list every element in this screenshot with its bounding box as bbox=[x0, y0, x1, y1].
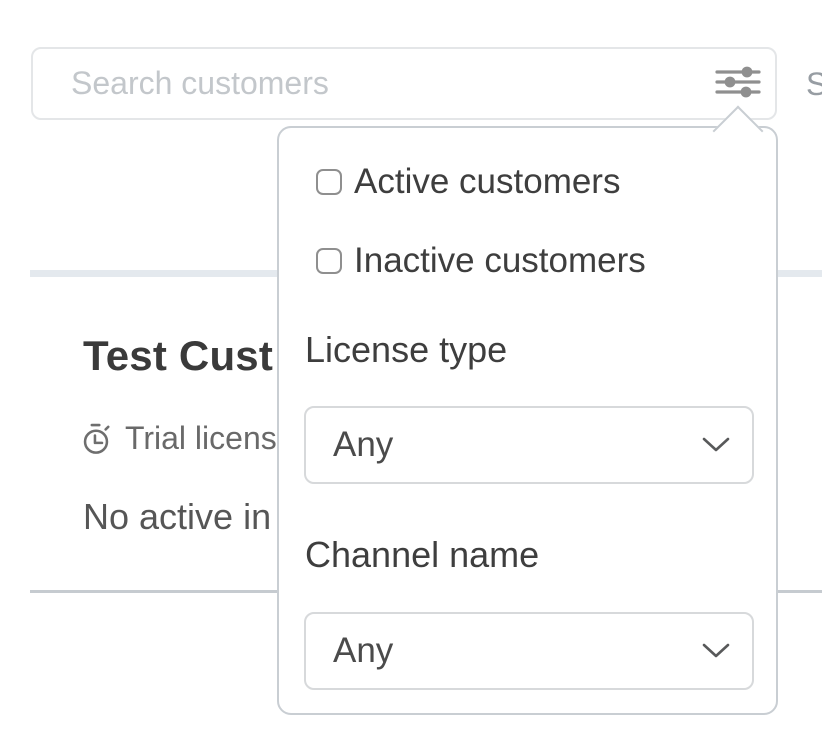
license-type-select[interactable]: Any bbox=[304, 406, 754, 484]
search-input[interactable] bbox=[31, 47, 777, 120]
filter-button[interactable] bbox=[705, 57, 771, 109]
inactive-customers-checkbox[interactable] bbox=[316, 248, 342, 274]
stopwatch-icon bbox=[78, 421, 114, 457]
filter-popover: Active customers Inactive customers Lice… bbox=[277, 126, 778, 715]
inactive-customers-option[interactable]: Inactive customers bbox=[316, 241, 646, 281]
chevron-down-icon bbox=[702, 643, 730, 659]
customer-title: Test Cust bbox=[83, 332, 273, 380]
chevron-down-icon bbox=[702, 437, 730, 453]
customers-page: S Test Cust Trial license No active in A… bbox=[0, 0, 822, 756]
customer-status-text: No active in bbox=[83, 496, 271, 538]
license-type-label: License type bbox=[305, 329, 507, 371]
active-customers-label: Active customers bbox=[354, 162, 620, 202]
channel-name-select[interactable]: Any bbox=[304, 612, 754, 690]
license-badge: Trial license bbox=[78, 420, 295, 457]
active-customers-checkbox[interactable] bbox=[316, 169, 342, 195]
license-type-value: Any bbox=[333, 425, 702, 465]
clipped-right-text: S bbox=[806, 66, 822, 103]
channel-name-label: Channel name bbox=[305, 534, 539, 576]
inactive-customers-label: Inactive customers bbox=[354, 241, 646, 281]
license-badge-label: Trial license bbox=[125, 420, 295, 457]
active-customers-option[interactable]: Active customers bbox=[316, 162, 620, 202]
channel-name-value: Any bbox=[333, 631, 702, 671]
sliders-icon bbox=[715, 65, 761, 102]
